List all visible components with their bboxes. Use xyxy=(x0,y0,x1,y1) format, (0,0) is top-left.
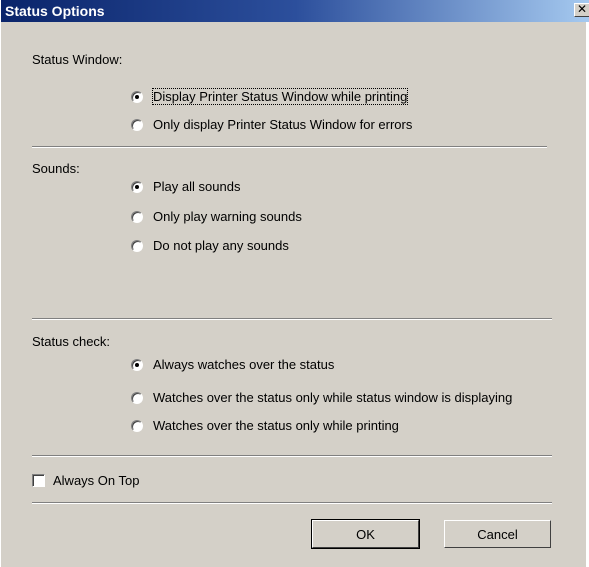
status-options-dialog: Status Options ✕ Status Window: Display … xyxy=(0,0,589,567)
radio-button[interactable] xyxy=(131,239,143,252)
radio-watches-while-printing[interactable]: Watches over the status only while print… xyxy=(131,418,399,433)
radio-display-while-printing[interactable]: Display Printer Status Window while prin… xyxy=(131,88,409,105)
checkbox[interactable] xyxy=(32,474,45,487)
radio-label: Only display Printer Status Window for e… xyxy=(153,117,413,132)
radio-button-selected[interactable] xyxy=(131,90,143,103)
radio-label: Only play warning sounds xyxy=(153,209,302,224)
radio-button-selected[interactable] xyxy=(131,358,143,371)
radio-label: Always watches over the status xyxy=(153,357,335,372)
radio-always-watches[interactable]: Always watches over the status xyxy=(131,357,334,372)
radio-button[interactable] xyxy=(131,210,143,223)
separator xyxy=(32,455,552,457)
radio-watches-while-window[interactable]: Watches over the status only while statu… xyxy=(131,390,512,405)
separator xyxy=(32,146,547,148)
radio-label: Play all sounds xyxy=(153,179,241,194)
cancel-button[interactable]: Cancel xyxy=(444,520,551,548)
radio-button[interactable] xyxy=(131,118,143,131)
radio-display-for-errors[interactable]: Only display Printer Status Window for e… xyxy=(131,117,412,132)
close-button[interactable]: ✕ xyxy=(574,3,589,17)
radio-label: Display Printer Status Window while prin… xyxy=(151,88,409,105)
radio-warning-sounds[interactable]: Only play warning sounds xyxy=(131,209,302,224)
radio-label: Watches over the status only while print… xyxy=(153,418,399,433)
separator xyxy=(32,318,552,320)
title-bar[interactable]: Status Options ✕ xyxy=(1,0,589,22)
radio-label: Do not play any sounds xyxy=(153,238,289,253)
radio-play-all-sounds[interactable]: Play all sounds xyxy=(131,179,240,194)
status-window-label: Status Window: xyxy=(32,52,123,67)
radio-label: Watches over the status only while statu… xyxy=(153,390,513,405)
separator xyxy=(32,502,552,504)
radio-no-sounds[interactable]: Do not play any sounds xyxy=(131,238,289,253)
status-check-label: Status check: xyxy=(32,334,111,349)
always-on-top-checkbox[interactable]: Always On Top xyxy=(32,473,139,488)
radio-button[interactable] xyxy=(131,391,143,404)
close-icon: ✕ xyxy=(576,2,588,16)
radio-button[interactable] xyxy=(131,419,143,432)
always-on-top-label: Always On Top xyxy=(53,473,140,488)
radio-button-selected[interactable] xyxy=(131,180,143,193)
window-title: Status Options xyxy=(5,3,105,19)
sounds-label: Sounds: xyxy=(32,161,80,176)
ok-button[interactable]: OK xyxy=(311,519,420,549)
